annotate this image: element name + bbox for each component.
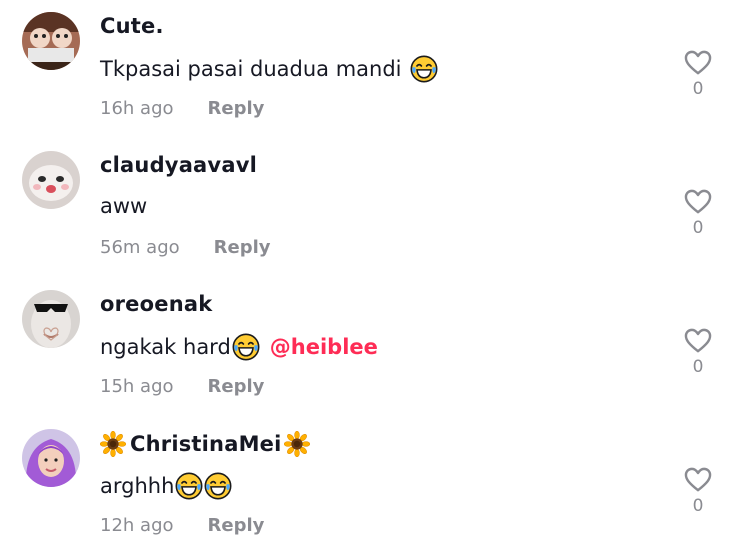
comment-text: arghhh [100, 472, 232, 500]
username[interactable]: oreoenak [100, 292, 212, 316]
like-button[interactable]: 0 [683, 328, 713, 388]
heart-outline-icon[interactable] [684, 328, 712, 354]
timestamp: 16h ago [100, 98, 174, 119]
sunflower-emoji [284, 431, 310, 457]
like-button[interactable]: 0 [683, 189, 713, 249]
username[interactable]: claudyaavavl [100, 153, 257, 177]
comment-body: arghhh [100, 474, 175, 498]
avatar[interactable] [22, 290, 80, 348]
comment-meta: 15h ago Reply [100, 376, 264, 397]
comment-body: aww [100, 194, 148, 218]
like-count: 0 [692, 357, 704, 377]
like-count: 0 [692, 496, 704, 516]
sunflower-emoji [100, 431, 126, 457]
username[interactable]: Cute. [100, 14, 164, 38]
username-text[interactable]: ChristinaMei [130, 432, 282, 456]
reply-button[interactable]: Reply [208, 515, 265, 536]
comment-item: oreoenak ngakak hard @heiblee 15h ago Rep… [0, 278, 730, 417]
timestamp: 56m ago [100, 237, 180, 258]
tears-of-joy-emoji [204, 472, 232, 500]
avatar[interactable] [22, 12, 80, 70]
reply-button[interactable]: Reply [208, 98, 265, 119]
comment-body: Tkpasai pasai duadua mandi [100, 57, 402, 81]
heart-outline-icon[interactable] [684, 467, 712, 493]
username[interactable]: ChristinaMei [100, 431, 310, 457]
comment-body: ngakak hard [100, 335, 231, 359]
like-count: 0 [692, 79, 704, 99]
heart-outline-icon[interactable] [684, 189, 712, 215]
comment-meta: 16h ago Reply [100, 98, 264, 119]
like-count: 0 [692, 218, 704, 238]
timestamp: 12h ago [100, 515, 174, 536]
like-button[interactable]: 0 [683, 50, 713, 110]
reply-button[interactable]: Reply [214, 237, 271, 258]
comment-text: Tkpasai pasai duadua mandi [100, 55, 438, 83]
tears-of-joy-emoji [232, 333, 260, 361]
timestamp: 15h ago [100, 376, 174, 397]
comment-meta: 56m ago Reply [100, 237, 271, 258]
comment-item: ChristinaMei arghhh 12h ago Reply 0 [0, 417, 730, 556]
comment-meta: 12h ago Reply [100, 515, 264, 536]
heart-outline-icon[interactable] [684, 50, 712, 76]
tears-of-joy-emoji [175, 472, 203, 500]
mention-link[interactable]: @heiblee [270, 335, 378, 359]
avatar[interactable] [22, 151, 80, 209]
avatar[interactable] [22, 429, 80, 487]
comment-item: Cute. Tkpasai pasai duadua mandi 16h ago… [0, 0, 730, 139]
like-button[interactable]: 0 [683, 467, 713, 527]
comment-item: claudyaavavl aww 56m ago Reply 0 [0, 139, 730, 278]
reply-button[interactable]: Reply [208, 376, 265, 397]
comment-text: ngakak hard @heiblee [100, 333, 378, 361]
tears-of-joy-emoji [410, 55, 438, 83]
comment-text: aww [100, 194, 147, 218]
